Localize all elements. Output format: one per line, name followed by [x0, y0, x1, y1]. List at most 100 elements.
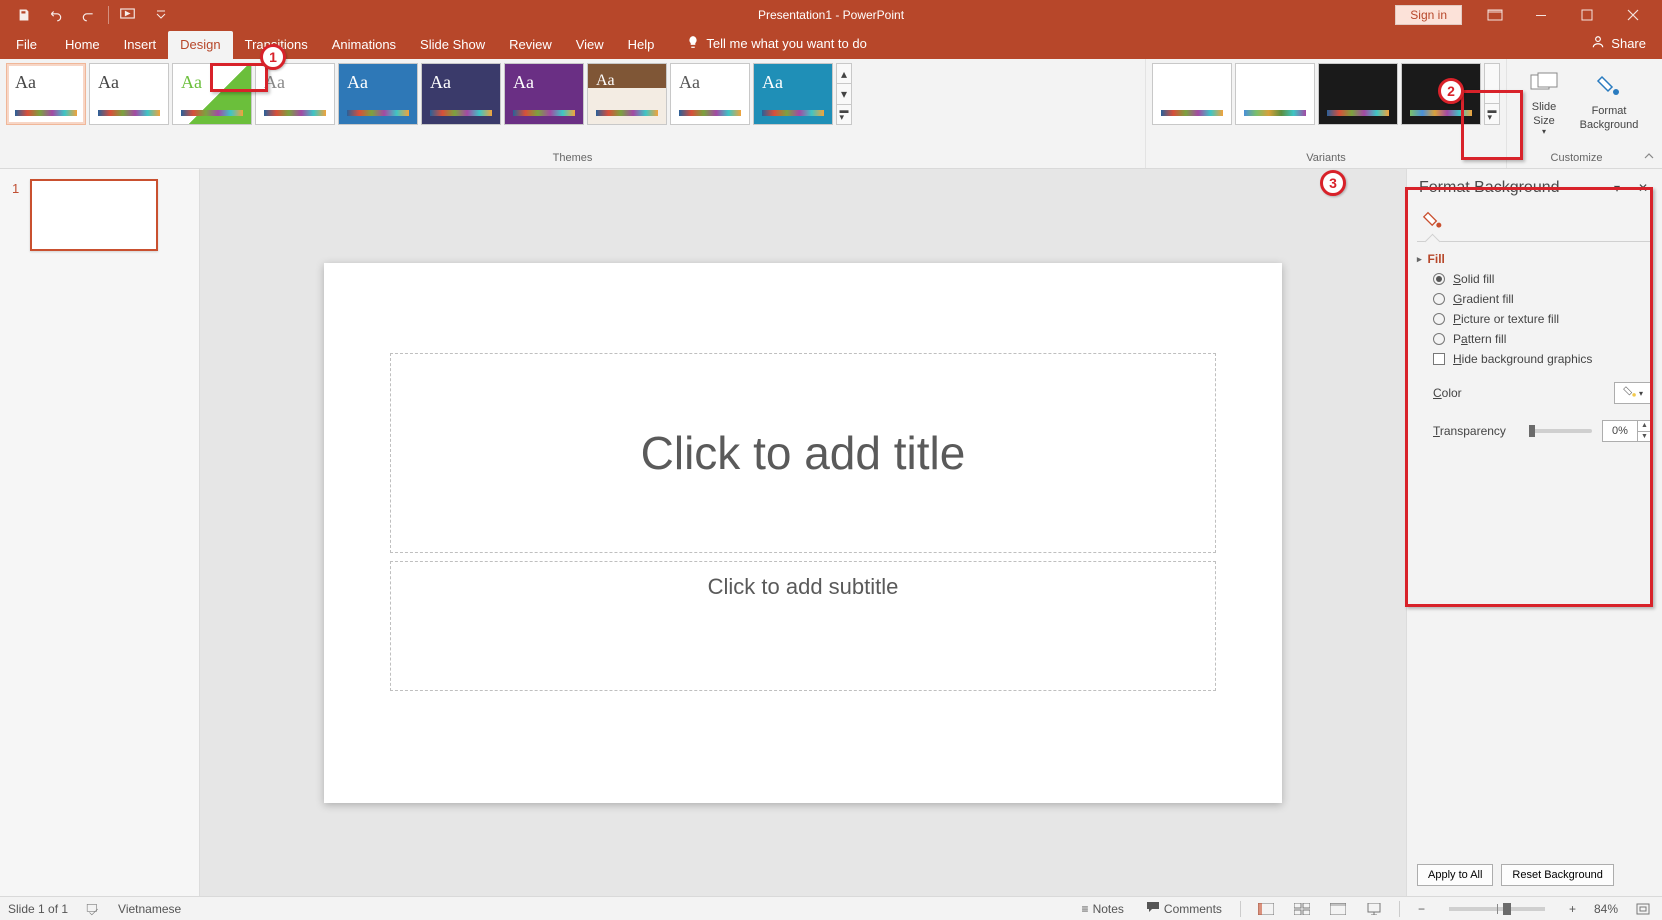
- ribbon: Aa Aa Aa Aa Aa Aa Aa Aa Aa Aa ▴ ▾ ▬▾ The…: [0, 59, 1662, 169]
- panel-close-icon[interactable]: ✕: [1634, 179, 1652, 197]
- subtitle-placeholder[interactable]: Click to add subtitle: [390, 561, 1216, 691]
- undo-icon[interactable]: [42, 1, 70, 29]
- comments-icon: [1146, 901, 1160, 916]
- tab-file[interactable]: File: [0, 31, 53, 59]
- slide-thumbnail-1[interactable]: [30, 179, 158, 251]
- check-hide-label: ide background graphics: [1462, 352, 1593, 366]
- radio-pattern-fill[interactable]: Pattern fill: [1433, 332, 1652, 346]
- format-background-button[interactable]: Format Background: [1578, 63, 1640, 143]
- variants-more-icon[interactable]: ▬▾: [1485, 104, 1499, 124]
- variant-thumb-4[interactable]: [1401, 63, 1481, 125]
- tab-transitions[interactable]: Transitions: [233, 31, 320, 59]
- apply-to-all-button[interactable]: Apply to All: [1417, 864, 1493, 886]
- tab-review[interactable]: Review: [497, 31, 564, 59]
- redo-icon[interactable]: [74, 1, 102, 29]
- slide-size-button[interactable]: Slide Size ▾: [1513, 63, 1575, 143]
- tab-design[interactable]: Design: [168, 31, 232, 59]
- radio-gradient-fill[interactable]: Gradient fill: [1433, 292, 1652, 306]
- spellcheck-icon[interactable]: [82, 902, 104, 916]
- reset-background-button[interactable]: Reset Background: [1501, 864, 1614, 886]
- spin-up-icon[interactable]: ▲: [1638, 421, 1651, 432]
- radio-pattern-label: ttern fill: [1468, 332, 1507, 346]
- window-title: Presentation1 - PowerPoint: [758, 8, 904, 22]
- theme-thumb-8[interactable]: Aa: [587, 63, 667, 125]
- variants-up-icon[interactable]: [1485, 64, 1499, 104]
- minimize-icon[interactable]: [1518, 0, 1564, 30]
- tab-animations[interactable]: Animations: [320, 31, 408, 59]
- transparency-spinner[interactable]: 0% ▲▼: [1602, 420, 1652, 442]
- start-from-beginning-icon[interactable]: [115, 1, 143, 29]
- close-icon[interactable]: [1610, 0, 1656, 30]
- ribbon-group-variants: ▬▾ Variants: [1146, 59, 1507, 168]
- qat-customize-icon[interactable]: [147, 1, 175, 29]
- panel-options-icon[interactable]: ▾: [1608, 179, 1626, 197]
- language-indicator[interactable]: Vietnamese: [118, 902, 181, 916]
- theme-thumb-7[interactable]: Aa: [504, 63, 584, 125]
- radio-picture-fill[interactable]: Picture or texture fill: [1433, 312, 1652, 326]
- themes-down-icon[interactable]: ▾: [837, 84, 851, 104]
- theme-thumb-1[interactable]: Aa: [6, 63, 86, 125]
- themes-up-icon[interactable]: ▴: [837, 64, 851, 84]
- tell-me-label: Tell me what you want to do: [706, 36, 866, 51]
- save-icon[interactable]: [10, 1, 38, 29]
- collapse-ribbon-icon[interactable]: [1642, 150, 1656, 164]
- ribbon-display-options-icon[interactable]: [1472, 0, 1518, 30]
- chevron-down-icon: ▾: [1639, 389, 1643, 398]
- zoom-in-button[interactable]: +: [1565, 902, 1580, 916]
- check-hide-graphics[interactable]: Hide background graphics: [1433, 352, 1652, 366]
- variant-thumb-3[interactable]: [1318, 63, 1398, 125]
- title-bar: Presentation1 - PowerPoint Sign in: [0, 0, 1662, 30]
- color-picker-button[interactable]: ▾: [1614, 382, 1652, 404]
- comments-button[interactable]: Comments: [1142, 901, 1226, 916]
- customize-group-label: Customize: [1513, 152, 1640, 166]
- transparency-slider[interactable]: [1529, 429, 1592, 433]
- signin-button[interactable]: Sign in: [1395, 5, 1462, 25]
- tab-slideshow[interactable]: Slide Show: [408, 31, 497, 59]
- title-placeholder[interactable]: Click to add title: [390, 353, 1216, 553]
- transparency-label: Transparency: [1433, 424, 1519, 438]
- slide-navigator[interactable]: 1: [0, 169, 200, 896]
- tab-insert[interactable]: Insert: [112, 31, 169, 59]
- variant-thumb-1[interactable]: [1152, 63, 1232, 125]
- theme-thumb-6[interactable]: Aa: [421, 63, 501, 125]
- zoom-out-button[interactable]: −: [1414, 902, 1429, 916]
- slide-counter[interactable]: Slide 1 of 1: [8, 902, 68, 916]
- theme-thumb-4[interactable]: Aa: [255, 63, 335, 125]
- slide-sorter-view-icon[interactable]: [1291, 900, 1313, 918]
- maximize-icon[interactable]: [1564, 0, 1610, 30]
- reading-view-icon[interactable]: [1327, 900, 1349, 918]
- fit-to-window-icon[interactable]: [1632, 900, 1654, 918]
- tab-help[interactable]: Help: [616, 31, 667, 59]
- tell-me-search[interactable]: Tell me what you want to do: [686, 29, 866, 59]
- paint-bucket-icon: [1623, 385, 1637, 402]
- normal-view-icon[interactable]: [1255, 900, 1277, 918]
- themes-more-icon[interactable]: ▬▾: [837, 105, 851, 124]
- zoom-level[interactable]: 84%: [1594, 902, 1618, 916]
- theme-thumb-9[interactable]: Aa: [670, 63, 750, 125]
- theme-thumb-5[interactable]: Aa: [338, 63, 418, 125]
- variant-thumb-2[interactable]: [1235, 63, 1315, 125]
- notes-button[interactable]: ≡Notes: [1078, 902, 1128, 916]
- zoom-slider[interactable]: [1449, 907, 1545, 911]
- theme-thumb-10[interactable]: Aa: [753, 63, 833, 125]
- slide-editor[interactable]: Click to add title Click to add subtitle: [200, 169, 1406, 896]
- themes-group-label: Themes: [6, 152, 1139, 166]
- variants-gallery-arrows: ▬▾: [1484, 63, 1500, 125]
- radio-solid-fill[interactable]: Solid fill: [1433, 272, 1652, 286]
- variants-group-label: Variants: [1152, 152, 1500, 166]
- tab-view[interactable]: View: [564, 31, 616, 59]
- workspace: 1 Click to add title Click to add subtit…: [0, 169, 1662, 896]
- share-label: Share: [1611, 36, 1646, 51]
- fill-tab-icon[interactable]: [1419, 207, 1447, 235]
- theme-thumb-2[interactable]: Aa: [89, 63, 169, 125]
- fill-section-header[interactable]: ▸ Fill: [1407, 248, 1662, 270]
- quick-access-toolbar: [0, 1, 185, 29]
- slide-canvas[interactable]: Click to add title Click to add subtitle: [324, 263, 1282, 803]
- slideshow-view-icon[interactable]: [1363, 900, 1385, 918]
- spin-down-icon[interactable]: ▼: [1638, 432, 1651, 442]
- tab-home[interactable]: Home: [53, 31, 112, 59]
- chevron-down-icon: ▾: [1542, 127, 1546, 137]
- share-button[interactable]: Share: [1575, 29, 1662, 59]
- status-bar: Slide 1 of 1 Vietnamese ≡Notes Comments …: [0, 896, 1662, 920]
- theme-thumb-3[interactable]: Aa: [172, 63, 252, 125]
